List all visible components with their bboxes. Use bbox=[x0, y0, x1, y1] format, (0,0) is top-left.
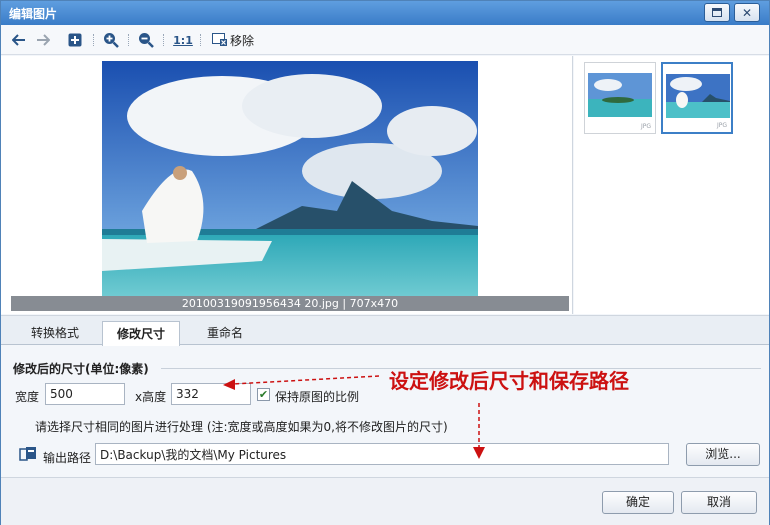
section-title: 修改后的尺寸(单位:像素) bbox=[13, 362, 149, 376]
folder-icon bbox=[19, 447, 36, 461]
thumbnail-type: JPG bbox=[640, 123, 651, 130]
thumbnail-item-selected[interactable]: JPG bbox=[661, 62, 733, 134]
forward-button[interactable] bbox=[35, 31, 51, 49]
thumbnail-type: JPG bbox=[716, 122, 727, 129]
height-label: x高度 bbox=[135, 390, 167, 404]
width-input[interactable] bbox=[45, 383, 125, 405]
toolbar: 1:1 移除 bbox=[1, 25, 769, 55]
image-preview-area: 20100319091956434 20.jpg | 707x470 bbox=[1, 56, 573, 314]
preview-image bbox=[102, 61, 478, 311]
toolbar-separator bbox=[93, 34, 94, 46]
annotation-text: 设定修改后尺寸和保存路径 bbox=[389, 369, 629, 393]
output-path-label: 输出路径 bbox=[43, 451, 92, 465]
thumbnail-item[interactable]: JPG bbox=[584, 62, 656, 134]
height-input[interactable] bbox=[171, 383, 251, 405]
ok-button[interactable]: 确定 bbox=[602, 491, 674, 514]
keep-ratio-label: 保持原图的比例 bbox=[275, 390, 360, 404]
actual-size-button[interactable]: 1:1 bbox=[173, 31, 193, 49]
close-icon: ✕ bbox=[741, 5, 753, 20]
toolbar-separator bbox=[200, 34, 201, 46]
remove-label: 移除 bbox=[229, 33, 254, 48]
close-button[interactable]: ✕ bbox=[734, 3, 760, 22]
tab-rename[interactable]: 重命名 bbox=[193, 321, 257, 346]
toolbar-separator bbox=[128, 34, 129, 46]
resize-note: 请选择尺寸相同的图片进行处理 (注:宽度或高度如果为0,将不修改图片的尺寸) bbox=[35, 420, 448, 434]
output-path-input[interactable] bbox=[95, 443, 669, 465]
zoom-out-button[interactable] bbox=[137, 31, 155, 49]
remove-button[interactable]: 移除 bbox=[210, 31, 256, 49]
back-button[interactable] bbox=[11, 31, 27, 49]
arrow-right-icon bbox=[37, 34, 50, 46]
image-caption: 20100319091956434 20.jpg | 707x470 bbox=[11, 296, 569, 311]
edit-image-dialog: 编辑图片 ✕ 1:1 移除 20100319091956434 20.jpg |… bbox=[0, 0, 770, 525]
plus-box-icon bbox=[68, 33, 82, 47]
toolbar-separator bbox=[163, 34, 164, 46]
resize-panel: 修改后的尺寸(单位:像素) 宽度 x高度 ✔ 保持原图的比例 请选择尺寸相同的图… bbox=[1, 346, 769, 476]
actual-size-icon: 1:1 bbox=[173, 33, 193, 47]
maximize-button[interactable] bbox=[704, 3, 730, 22]
window-title: 编辑图片 bbox=[9, 7, 58, 21]
remove-image-icon bbox=[211, 33, 227, 46]
dialog-footer: 确定 取消 bbox=[1, 477, 769, 525]
maximize-icon bbox=[712, 8, 722, 17]
tab-convert-format[interactable]: 转换格式 bbox=[17, 321, 93, 346]
thumbnail-image bbox=[588, 73, 652, 117]
tab-resize[interactable]: 修改尺寸 bbox=[102, 321, 181, 346]
title-bar: 编辑图片 ✕ bbox=[1, 1, 769, 25]
cancel-button[interactable]: 取消 bbox=[681, 491, 757, 514]
keep-ratio-checkbox[interactable]: ✔ bbox=[257, 388, 270, 401]
width-label: 宽度 bbox=[15, 390, 40, 404]
add-button[interactable] bbox=[67, 31, 83, 49]
zoom-in-icon bbox=[104, 33, 119, 48]
thumbnail-strip: JPG JPG bbox=[574, 56, 769, 314]
tab-bar: 转换格式 修改尺寸 重命名 bbox=[1, 315, 769, 346]
thumbnail-image bbox=[666, 74, 730, 118]
arrow-left-icon bbox=[12, 34, 25, 46]
browse-button[interactable]: 浏览... bbox=[686, 443, 760, 466]
zoom-in-button[interactable] bbox=[102, 31, 120, 49]
zoom-out-icon bbox=[139, 33, 154, 48]
